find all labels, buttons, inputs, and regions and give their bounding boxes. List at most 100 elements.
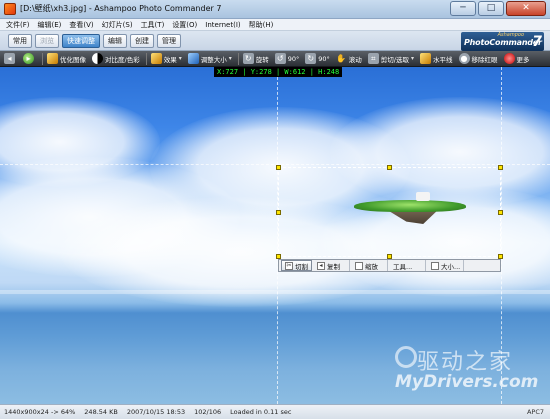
tools-button[interactable]: 工具...: [390, 260, 426, 271]
rotate-left-button[interactable]: ↺ 90°: [274, 53, 300, 64]
logo-version: 7: [532, 34, 542, 50]
window-controls: ─ □ ✕: [448, 1, 546, 17]
tab-quick-adjust[interactable]: 快速调整: [62, 34, 100, 48]
app-icon: [4, 3, 16, 15]
tab-manage[interactable]: 管理: [157, 34, 181, 48]
size-button[interactable]: 大小...: [428, 260, 465, 271]
copy-button[interactable]: ◂ 复制: [314, 260, 350, 271]
size-label: 大小...: [441, 262, 461, 271]
rotate-left-icon: ↺: [274, 53, 286, 64]
forward-button[interactable]: ▸: [23, 53, 36, 64]
checkbox-icon: [355, 261, 363, 270]
back-button[interactable]: ◂: [4, 53, 17, 64]
coordinate-readout: X:727 | Y:278 | W:612 | H:248: [214, 67, 343, 77]
scroll-label: 滚动: [348, 55, 362, 64]
status-app-code: APC7: [526, 408, 544, 416]
image-canvas[interactable]: ✂ 切割 ◂ 复制 缩放 工具... 大小... X:727 | Y:278 |…: [0, 67, 550, 404]
zoom-checkbox[interactable]: 缩放: [352, 260, 388, 271]
tools-label: 工具...: [393, 262, 413, 271]
menu-help[interactable]: 帮助(H): [249, 20, 274, 30]
toolbar-divider: [145, 52, 147, 65]
menu-bar: 文件(F) 编辑(E) 查看(V) 幻灯片(S) 工具(T) 设置(O) Int…: [0, 19, 550, 31]
close-button[interactable]: ✕: [506, 1, 546, 16]
cut-label: 切割: [295, 262, 308, 271]
dropdown-caret-icon: ▾: [411, 55, 415, 62]
status-dimensions: 1440x900x24 -> 64%: [4, 408, 76, 416]
menu-slideshow[interactable]: 幻灯片(S): [102, 20, 133, 30]
status-filesize: 248.54 KB: [84, 408, 118, 416]
horizon-button[interactable]: 水平线: [420, 53, 453, 64]
status-bar: 1440x900x24 -> 64% 248.54 KB 2007/10/15 …: [0, 404, 550, 419]
menu-view[interactable]: 查看(V): [69, 20, 93, 30]
menu-settings[interactable]: 设置(O): [172, 20, 197, 30]
magic-wand-icon: [47, 53, 58, 64]
rotate-label: 旋转: [255, 55, 269, 64]
maximize-button[interactable]: □: [478, 1, 504, 16]
crop-handle-e[interactable]: [498, 210, 503, 215]
mode-bar: 常用 浏览 快速调整 编辑 创建 管理 Ashampoo PhotoComman…: [0, 31, 550, 51]
rotate-icon: ↻: [242, 53, 254, 64]
dropdown-caret-icon: ▾: [178, 55, 182, 62]
rotate-left-label: 90°: [287, 54, 300, 63]
watermark-logo: [395, 346, 417, 368]
tab-create[interactable]: 创建: [130, 34, 154, 48]
zoom-label: 缩放: [365, 262, 378, 271]
rotate-right-button[interactable]: ↻ 90°: [305, 53, 330, 64]
dropdown-caret-icon: ▾: [228, 55, 232, 62]
crop-action-bar: ✂ 切割 ◂ 复制 缩放 工具... 大小...: [278, 259, 501, 272]
rotate-button[interactable]: ↻ 旋转: [242, 53, 269, 64]
title-bar: [D:\壁纸\xh3.jpg] - Ashampoo Photo Command…: [0, 0, 550, 19]
scissors-icon: ✂: [285, 261, 293, 270]
mode-tabs: 常用 浏览 快速调整 编辑 创建 管理: [8, 34, 184, 48]
app-logo: Ashampoo PhotoCommander 7: [461, 32, 544, 51]
resize-icon: [187, 53, 199, 64]
copy-icon: ◂: [317, 261, 325, 270]
crop-button[interactable]: ⌗ 剪切/选取 ▾: [367, 53, 415, 64]
back-arrow-icon: ◂: [4, 53, 15, 64]
contrast-label: 对比度/色彩: [105, 55, 140, 64]
minimize-button[interactable]: ─: [450, 1, 476, 16]
scroll-button[interactable]: ✋ 滚动: [336, 53, 362, 64]
redeye-button[interactable]: ● 移除红眼: [458, 53, 498, 64]
more-button[interactable]: 更多: [503, 53, 530, 64]
forward-arrow-icon: ▸: [23, 53, 34, 64]
window-title: [D:\壁纸\xh3.jpg] - Ashampoo Photo Command…: [20, 4, 222, 13]
hand-icon: ✋: [336, 54, 347, 63]
crop-handle-nw[interactable]: [276, 165, 281, 170]
toolbar-divider: [237, 52, 239, 65]
menu-edit[interactable]: 编辑(E): [38, 20, 62, 30]
tab-browse[interactable]: 浏览: [35, 34, 59, 48]
toolbar-divider: [42, 52, 43, 65]
menu-file[interactable]: 文件(F): [6, 20, 30, 30]
crop-handle-n[interactable]: [387, 165, 392, 170]
cut-button[interactable]: ✂ 切割: [281, 260, 312, 271]
menu-tools[interactable]: 工具(T): [141, 20, 165, 30]
crop-handle-w[interactable]: [276, 210, 281, 215]
menu-internet[interactable]: Internet(I): [205, 21, 240, 29]
tab-common[interactable]: 常用: [8, 34, 32, 48]
horizon-label: 水平线: [433, 55, 453, 64]
copy-label: 复制: [327, 262, 340, 271]
contrast-button[interactable]: 对比度/色彩: [92, 53, 140, 64]
optimize-label: 优化图像: [60, 55, 86, 64]
tab-edit[interactable]: 编辑: [103, 34, 127, 48]
crop-selection[interactable]: [276, 165, 503, 259]
more-label: 更多: [516, 55, 530, 64]
redeye-label: 移除红眼: [471, 55, 498, 64]
horizon-line: [0, 290, 550, 294]
crop-handle-ne[interactable]: [498, 165, 503, 170]
status-index: 102/106: [194, 408, 222, 416]
optimize-button[interactable]: 优化图像: [47, 53, 86, 64]
resize-button[interactable]: 调整大小 ▾: [187, 53, 232, 64]
effects-label: 效果: [163, 55, 177, 64]
rotate-right-label: 90°: [318, 54, 330, 63]
watermark-en: MyDrivers.com: [395, 372, 539, 392]
crop-label: 剪切/选取: [380, 55, 409, 64]
contrast-icon: [92, 53, 103, 64]
more-icon: [503, 53, 515, 64]
rotate-right-icon: ↻: [305, 53, 317, 64]
watermark: 驱动之家 MyDrivers.com: [395, 344, 545, 399]
guide-line: [0, 164, 550, 165]
eye-icon: ●: [458, 53, 470, 64]
effects-button[interactable]: 效果 ▾: [150, 53, 182, 64]
